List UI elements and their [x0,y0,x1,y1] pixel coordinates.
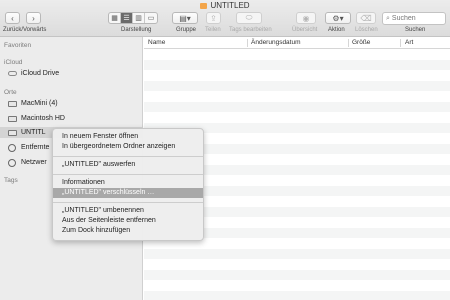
group-label: Gruppe [176,27,197,33]
search-icon: ⌕ [386,14,390,22]
menu-separator [53,155,203,157]
list-view-icon[interactable]: ☰ [121,13,133,23]
menu-item-show-enclosing[interactable]: In übergeordnetem Ordner anzeigen [53,142,203,152]
menu-item-get-info[interactable]: Informationen [53,178,203,188]
search-label: Suchen [405,27,426,33]
view-switcher[interactable]: ▦ ☰ ▥ ▭ [108,12,158,24]
group-button[interactable]: ▤▾ [172,12,198,24]
list-row [144,259,450,270]
column-header: Name Änderungsdatum Größe Art [144,37,450,49]
sidebar-item-macmini[interactable]: MacMini (4) [7,98,58,109]
column-name[interactable]: Name [148,39,165,46]
menu-item-add-dock[interactable]: Zum Dock hinzufügen [53,226,203,236]
forward-button[interactable]: › [26,12,41,24]
list-row [144,101,450,112]
tag-icon: ⬭ [245,13,253,22]
sidebar-item-macintosh-hd[interactable]: Macintosh HD [7,113,65,124]
external-drive-icon [7,129,17,136]
sidebar-icloud-header: iCloud [4,59,23,66]
list-row [144,280,450,291]
globe-icon [7,158,17,167]
list-row [144,112,450,123]
action-button[interactable]: ⚙▾ [325,12,351,24]
list-row [144,91,450,102]
share-button[interactable]: ⇪ [206,12,221,24]
sidebar-item-remote[interactable]: Entfernte [7,142,49,153]
tags-button[interactable]: ⬭ [236,12,262,24]
hard-drive-icon [7,115,17,122]
list-row [144,80,450,91]
back-button[interactable]: ‹ [5,12,20,24]
menu-item-encrypt[interactable]: „UNTITLED" verschlüsseln … [53,188,203,198]
window-title: UNTITLED [0,1,450,10]
sidebar-locations-header: Orte [4,89,17,96]
sidebar-tags-header: Tags [4,177,18,184]
drive-icon [200,3,208,9]
list-row [144,290,450,300]
toolbar: UNTITLED ‹ › Zurück/Vorwärts ▦ ☰ ▥ ▭ Dar… [0,0,450,37]
quicklook-button[interactable]: ◉ [296,12,316,24]
quicklook-label: Übersicht [292,27,318,33]
column-divider [247,39,248,47]
column-size[interactable]: Größe [352,39,370,46]
sidebar-favorites-header: Favoriten [4,42,32,49]
group-icon: ▤▾ [179,13,191,23]
menu-item-open-new-window[interactable]: In neuem Fenster öffnen [53,132,203,142]
action-label: Aktion [328,27,345,33]
menu-separator [53,201,203,203]
menu-item-remove-sidebar[interactable]: Aus der Seitenleiste entfernen [53,216,203,226]
list-row [144,49,450,60]
sidebar-item-network[interactable]: Netzwer [7,157,47,168]
chevron-right-icon: › [32,13,35,23]
computer-icon [7,100,17,107]
icon-view-icon[interactable]: ▦ [109,13,121,23]
menu-item-rename[interactable]: „UNTITLED" umbenennen [53,206,203,216]
delete-label: Löschen [355,27,378,33]
column-divider [400,39,401,47]
tags-label: Tags bearbeiten [229,27,272,33]
delete-button[interactable]: ⌫ [356,12,376,24]
share-label: Teilen [205,27,221,33]
list-row [144,269,450,280]
menu-separator [53,173,203,175]
cloud-icon [7,70,17,77]
view-label: Darstellung [121,27,152,33]
list-row [144,59,450,70]
eye-icon: ◉ [302,13,310,23]
column-divider [348,39,349,47]
list-row [144,70,450,81]
trash-icon: ⌫ [360,13,372,23]
remote-disc-icon [7,143,17,152]
list-row [144,248,450,259]
search-input[interactable] [391,15,442,22]
context-menu: In neuem Fenster öffnen In übergeordnete… [52,128,204,241]
share-icon: ⇪ [210,13,217,23]
menu-item-eject[interactable]: „UNTITLED" auswerfen [53,160,203,170]
column-view-icon[interactable]: ▥ [133,13,145,23]
search-field[interactable]: ⌕ [382,12,446,25]
column-modified[interactable]: Änderungsdatum [251,39,301,46]
column-kind[interactable]: Art [405,39,413,46]
chevron-left-icon: ‹ [11,13,14,23]
nav-label: Zurück/Vorwärts [3,27,47,33]
gallery-view-icon[interactable]: ▭ [145,13,157,23]
sidebar-item-icloud-drive[interactable]: iCloud Drive [7,68,59,79]
gear-icon: ⚙▾ [332,13,344,23]
